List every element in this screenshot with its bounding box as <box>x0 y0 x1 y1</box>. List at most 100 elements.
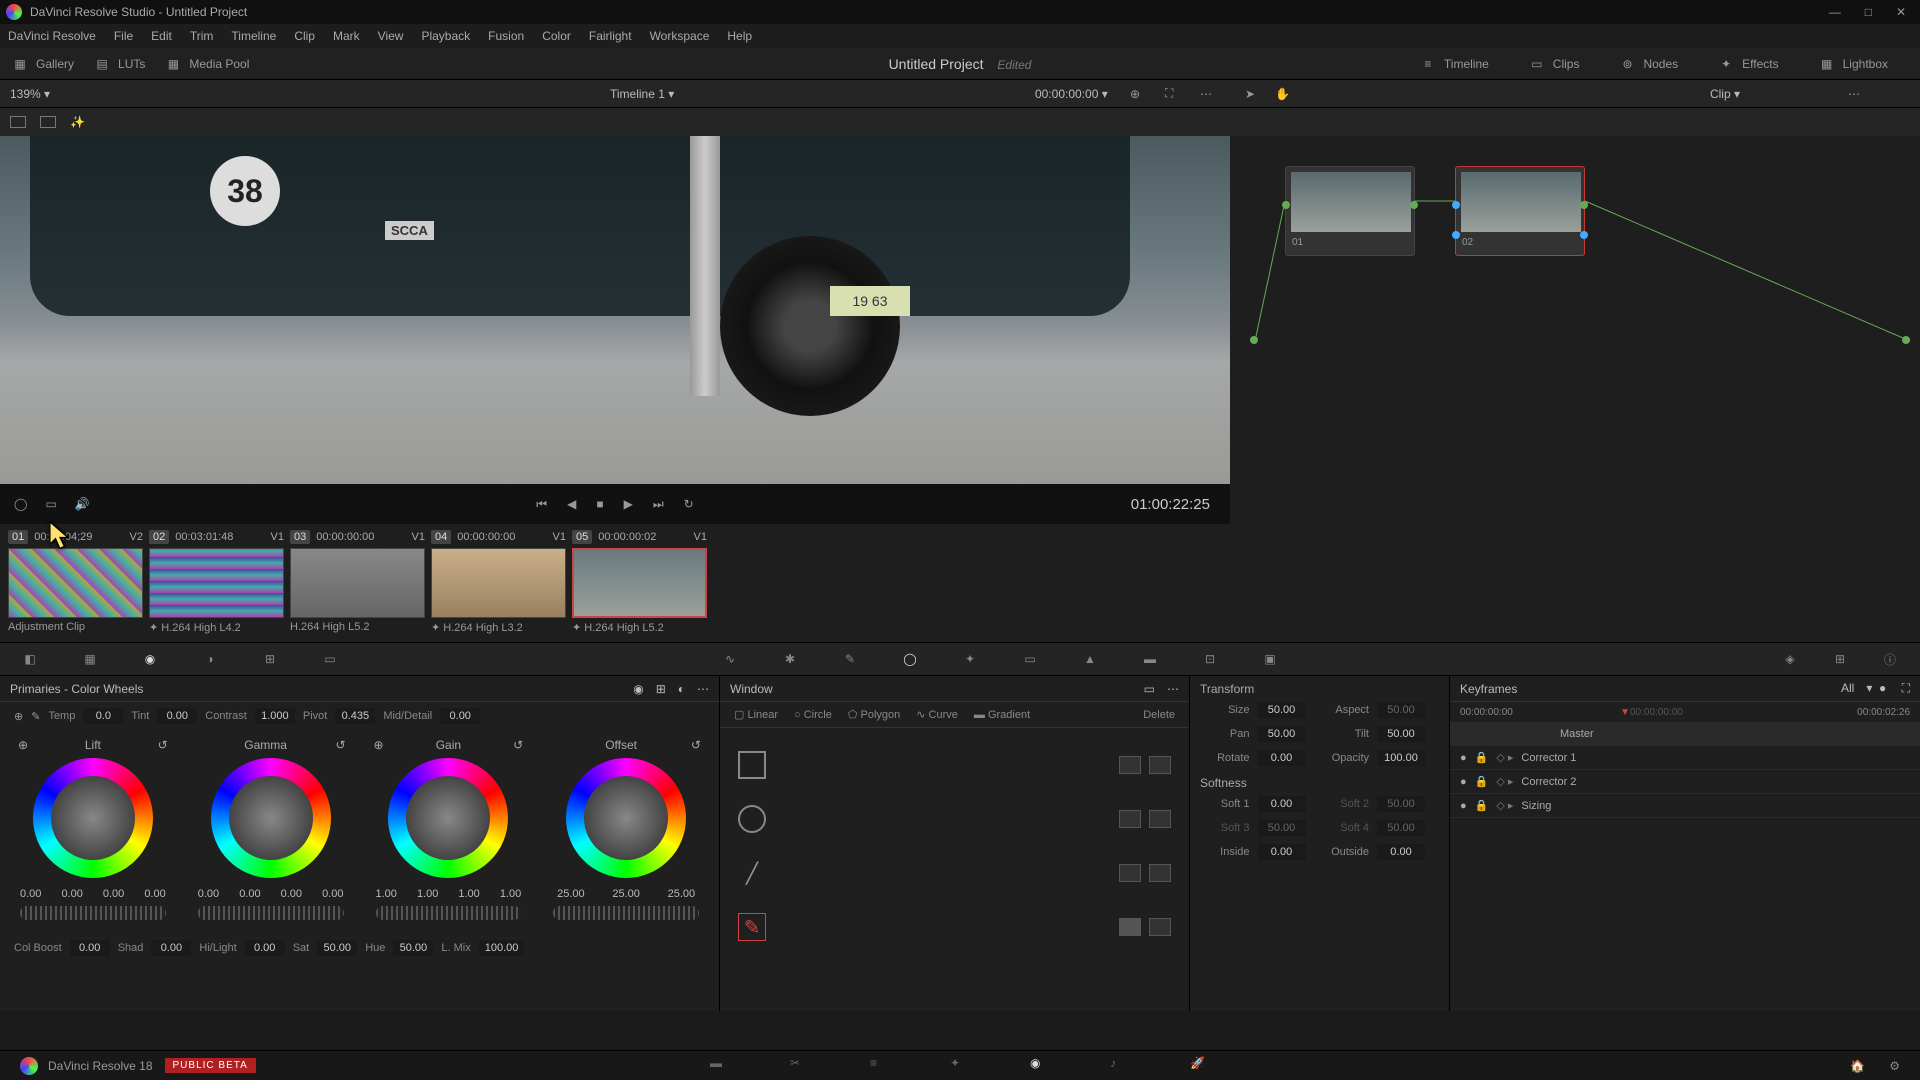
kf-corrector1[interactable]: Corrector 1 <box>1521 752 1576 764</box>
soft2-value[interactable]: 50.00 <box>1377 796 1425 812</box>
win-polygon[interactable]: ⬠ Polygon <box>848 708 900 721</box>
node-options-icon[interactable]: ⋯ <box>1848 87 1860 101</box>
expand-icon[interactable]: ⛶ <box>1165 86 1173 101</box>
timeline-dropdown[interactable]: Timeline 1 ▾ <box>610 87 674 101</box>
settings-icon[interactable]: ⚙ <box>1889 1059 1900 1073</box>
window-icon[interactable]: ◯ <box>900 649 920 669</box>
reset-icon[interactable]: ↺ <box>513 738 523 752</box>
clip-04[interactable]: 0400:00:00:00V1 ✦ H.264 High L3.2 <box>431 528 566 638</box>
shad-value[interactable]: 0.00 <box>151 940 191 956</box>
key-icon[interactable]: ▬ <box>1140 649 1160 669</box>
outside-value[interactable]: 0.00 <box>1377 844 1425 860</box>
lift-wheel[interactable]: ⊕Lift↺ 0.000.000.000.00 <box>10 738 176 926</box>
lmix-value[interactable]: 100.00 <box>479 940 525 956</box>
soft1-value[interactable]: 0.00 <box>1258 796 1306 812</box>
effects-icon[interactable]: ✦ <box>1718 56 1734 72</box>
window-menu-icon[interactable]: ⋯ <box>1167 682 1179 696</box>
blur-icon[interactable]: ▲ <box>1080 649 1100 669</box>
bars-mode-icon[interactable]: ⊞ <box>656 682 666 696</box>
sat-value[interactable]: 50.00 <box>317 940 357 956</box>
gallery-button[interactable]: Gallery <box>36 57 74 71</box>
clip-01[interactable]: 0100:00:04;29V2 Adjustment Clip <box>8 528 143 638</box>
hand-icon[interactable]: ✋ <box>1275 87 1290 101</box>
pointer-icon[interactable]: ➤ <box>1245 87 1255 101</box>
menu-view[interactable]: View <box>378 29 404 43</box>
clips-icon[interactable]: ▭ <box>1529 56 1545 72</box>
effects-button[interactable]: Effects <box>1742 57 1778 71</box>
win-curve[interactable]: ∿ Curve <box>916 708 958 721</box>
viewer-timecode[interactable]: 00:00:00:00 ▾ <box>1035 87 1108 101</box>
page-media-icon[interactable]: ▬ <box>710 1056 730 1076</box>
lock-icon[interactable]: 🔒 <box>1475 799 1489 812</box>
menu-timeline[interactable]: Timeline <box>231 29 276 43</box>
hdr-icon[interactable]: ◑ <box>200 649 220 669</box>
color-wheels-icon[interactable]: ◉ <box>140 649 160 669</box>
shape-rect-row[interactable] <box>730 738 1179 792</box>
lightbox-icon[interactable]: ▦ <box>1819 56 1835 72</box>
preset-icon[interactable]: ▭ <box>1144 682 1155 696</box>
log-mode-icon[interactable]: ◐ <box>678 682 685 696</box>
magic-mask-icon[interactable]: ▭ <box>1020 649 1040 669</box>
kf-sizing[interactable]: Sizing <box>1521 800 1551 812</box>
clip-05[interactable]: 0500:00:00:02V1 ✦ H.264 High L5.2 <box>572 528 707 638</box>
viewer-image[interactable]: 38 SCCA 19 63 <box>0 136 1230 484</box>
sizing-icon[interactable]: ⊡ <box>1200 649 1220 669</box>
win-linear[interactable]: ▢ Linear <box>734 708 778 721</box>
pivot-value[interactable]: 0.435 <box>335 708 375 724</box>
soft3-value[interactable]: 50.00 <box>1258 820 1306 836</box>
gain-jog[interactable] <box>376 906 522 920</box>
warper-icon[interactable]: ✱ <box>780 649 800 669</box>
gain-wheel[interactable]: ⊕Gain↺ 1.001.001.001.00 <box>366 738 532 926</box>
menu-resolve[interactable]: DaVinci Resolve <box>8 29 96 43</box>
page-fusion-icon[interactable]: ✦ <box>950 1056 970 1076</box>
menu-fairlight[interactable]: Fairlight <box>589 29 632 43</box>
page-cut-icon[interactable]: ✂ <box>790 1056 810 1076</box>
reset-icon[interactable]: ↺ <box>335 738 345 752</box>
tracker-icon[interactable]: ✦ <box>960 649 980 669</box>
clip-mode-dropdown[interactable]: Clip ▾ <box>1710 87 1740 101</box>
page-deliver-icon[interactable]: 🚀 <box>1190 1056 1210 1076</box>
timeline-icon[interactable]: ≡ <box>1420 56 1436 72</box>
primaries-menu-icon[interactable]: ⋯ <box>697 682 709 696</box>
color-match-icon[interactable]: ▦ <box>80 649 100 669</box>
win-circle[interactable]: ○ Circle <box>794 709 832 721</box>
nodes-icon[interactable]: ⊚ <box>1619 56 1635 72</box>
shape-line-row[interactable]: ╱ <box>730 846 1179 900</box>
shape-circle-row[interactable] <box>730 792 1179 846</box>
menu-edit[interactable]: Edit <box>151 29 172 43</box>
soft4-value[interactable]: 50.00 <box>1377 820 1425 836</box>
lock-icon[interactable]: 🔒 <box>1475 775 1489 788</box>
home-icon[interactable]: 🏠 <box>1850 1059 1865 1073</box>
page-color-icon[interactable]: ◉ <box>1030 1056 1050 1076</box>
picker-icon[interactable]: ⊕ <box>14 710 23 723</box>
node-editor[interactable]: 01 02 <box>1230 136 1920 524</box>
gamma-jog[interactable] <box>198 906 344 920</box>
keyframe-icon[interactable]: ◈ <box>1780 649 1800 669</box>
stop-button[interactable]: ■ <box>596 497 603 511</box>
node-01[interactable]: 01 <box>1285 166 1415 256</box>
goto-first-button[interactable]: ⏮ <box>536 497 547 512</box>
magic-icon[interactable]: ✨ <box>70 115 85 129</box>
timeline-button[interactable]: Timeline <box>1444 57 1489 71</box>
menu-clip[interactable]: Clip <box>294 29 315 43</box>
motion-icon[interactable]: ▭ <box>320 649 340 669</box>
audio-icon[interactable]: 🔊 <box>75 497 90 511</box>
nodes-button[interactable]: Nodes <box>1643 57 1678 71</box>
viewmode-1-icon[interactable] <box>10 116 26 128</box>
close-icon[interactable]: ✕ <box>1896 5 1906 19</box>
pan-value[interactable]: 50.00 <box>1258 726 1306 742</box>
colboost-value[interactable]: 0.00 <box>70 940 110 956</box>
page-fairlight-icon[interactable]: ♪ <box>1110 1056 1130 1076</box>
reset-icon[interactable]: ↺ <box>691 738 701 752</box>
hue-value[interactable]: 50.00 <box>393 940 433 956</box>
contrast-value[interactable]: 1.000 <box>255 708 295 724</box>
kf-expand-icon[interactable]: ⛶ <box>1902 681 1910 696</box>
node-02[interactable]: 02 <box>1455 166 1585 256</box>
goto-last-button[interactable]: ⏭ <box>653 497 664 512</box>
bypass-icon[interactable]: ⊕ <box>1130 87 1140 101</box>
step-back-button[interactable]: ◀ <box>567 497 576 511</box>
kf-master[interactable]: Master <box>1560 728 1594 740</box>
reset-icon[interactable]: ↺ <box>158 738 168 752</box>
camera-raw-icon[interactable]: ◧ <box>20 649 40 669</box>
lock-icon[interactable]: 🔒 <box>1475 751 1489 764</box>
